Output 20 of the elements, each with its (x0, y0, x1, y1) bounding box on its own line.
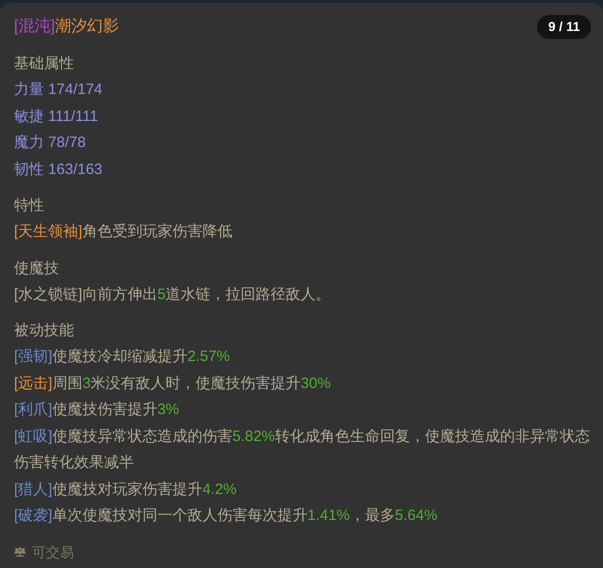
attribute-line: 韧性 163/163 (14, 160, 104, 180)
attribute-line: 敏捷 111/111 (14, 106, 99, 126)
attribute-line: [虹吸]使魔技异常状态造成的伤害5.82%转化成角色生命回复，使魔技造成的非异常状态伤害转化效果减半 (14, 426, 591, 473)
section-heading: 基础属性 (14, 54, 75, 74)
attribute-line: [水之锁链]向前方伸出5道水链，拉回路径敌人。 (14, 284, 332, 304)
item-title: [混沌]潮汐幻影 (14, 16, 119, 37)
attribute-line: [天生领袖]角色受到玩家伤害降低 (14, 222, 234, 242)
attribute-line: [猎人]使魔技对玩家伤害提升4.2% (14, 480, 238, 500)
section-heading: 特性 (14, 196, 45, 216)
tradable-label: 可交易 (32, 542, 74, 562)
section-heading: 被动技能 (14, 321, 75, 341)
section-heading: 使魔技 (14, 258, 60, 278)
page-counter: 9 / 11 (537, 15, 591, 39)
attribute-line: [利爪]使魔技伤害提升3% (14, 400, 180, 420)
attribute-line: [远击]周围3米没有敌人时，使魔技伤害提升30% (14, 374, 332, 394)
scale-icon (14, 546, 26, 558)
attribute-line: [强韧]使魔技冷却缩减提升2.57% (14, 347, 231, 367)
attribute-line: 魔力 78/78 (14, 133, 87, 153)
attribute-line: [破袭]单次使魔技对同一个敌人伤害每次提升1.41%，最多5.64% (14, 506, 438, 526)
attribute-line: 力量 174/174 (14, 80, 104, 100)
